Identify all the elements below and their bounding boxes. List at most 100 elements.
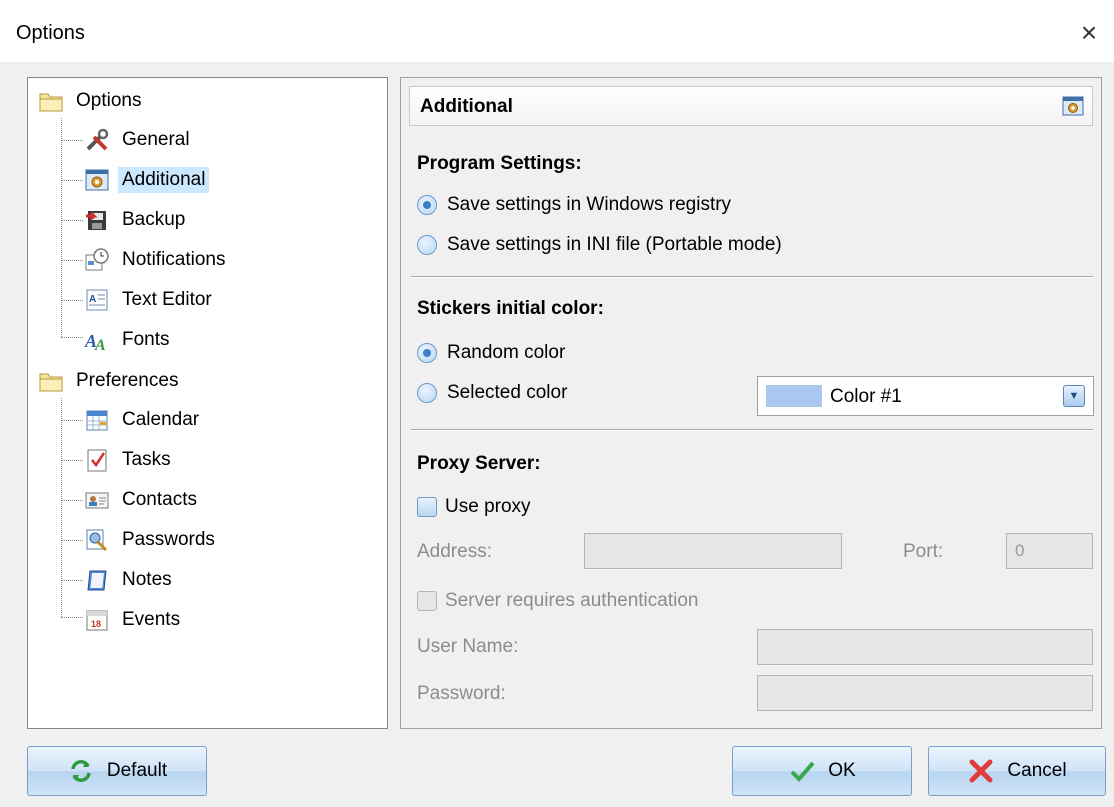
username-label-text: User Name: (417, 636, 519, 657)
tools-icon (86, 128, 109, 151)
tree-item-label: Notifications (122, 249, 226, 270)
tree-item-label: Calendar (122, 409, 200, 430)
server-auth-checkbox[interactable]: Server requires authentication (417, 590, 698, 612)
tree-item-backup[interactable]: Backup (84, 203, 189, 237)
tree-item-preferences[interactable]: Preferences (38, 364, 182, 398)
tree-item-passwords[interactable]: Passwords (84, 523, 219, 557)
tree-item-label: Tasks (122, 449, 171, 470)
ok-button-label: OK (828, 760, 856, 781)
tree-item-tasks[interactable]: Tasks (84, 443, 175, 477)
section-divider (411, 276, 1093, 278)
chevron-down-icon[interactable]: ▼ (1063, 385, 1085, 407)
tree-item-label: Text Editor (122, 289, 212, 310)
folder-icon (39, 373, 63, 392)
color-swatch (766, 385, 822, 407)
tree-item-notifications[interactable]: Notifications (84, 243, 230, 277)
settings-window-icon (1062, 96, 1084, 116)
default-button-label: Default (106, 760, 168, 781)
settings-panel: Additional Program Settings: Save settin… (400, 77, 1102, 729)
tree-item-options[interactable]: Options (38, 84, 145, 118)
checkbox[interactable] (417, 497, 437, 517)
window-title: Options (16, 22, 85, 44)
color-select[interactable]: Color #1 ▼ (757, 376, 1094, 416)
text-document-icon: A (86, 289, 108, 311)
ok-button[interactable]: OK (732, 746, 912, 796)
radio-label: Save settings in Windows registry (447, 194, 732, 215)
radio-label: Random color (447, 342, 566, 363)
cancel-x-icon (967, 757, 995, 785)
backup-icon (86, 211, 106, 230)
panel-title: Additional (420, 96, 513, 117)
proxy-server-title: Proxy Server: (417, 453, 541, 474)
radio-button[interactable] (417, 235, 437, 255)
checkmark-icon (788, 757, 816, 785)
tree-item-label: Options (76, 90, 142, 111)
checkbox-label: Use proxy (445, 496, 531, 517)
fonts-icon: A A (84, 331, 106, 353)
tree-item-label: Backup (122, 209, 186, 230)
settings-window-icon (85, 169, 109, 191)
cancel-button[interactable]: Cancel (928, 746, 1106, 796)
port-field[interactable]: 0 (1006, 533, 1093, 569)
tree-item-label: General (122, 129, 190, 150)
radio-selected-color[interactable]: Selected color (417, 382, 567, 404)
cancel-button-label: Cancel (1007, 760, 1067, 781)
tree-item-label: Additional (118, 167, 210, 193)
radio-label: Selected color (447, 382, 568, 403)
default-button[interactable]: Default (27, 746, 207, 796)
password-label: Password: (417, 683, 506, 705)
tree-item-general[interactable]: General (84, 123, 194, 157)
tree-item-label: Notes (122, 569, 172, 590)
checkbox-label: Server requires authentication (445, 590, 699, 611)
task-checklist-icon (87, 449, 107, 472)
color-select-value: Color #1 (830, 386, 902, 407)
password-label-text: Password: (417, 683, 506, 704)
tree-item-label: Fonts (122, 329, 170, 350)
event-calendar-icon: 18 (86, 610, 108, 631)
address-field[interactable] (584, 533, 842, 569)
radio-save-registry[interactable]: Save settings in Windows registry (417, 194, 731, 216)
tree-item-text-editor[interactable]: A Text Editor (84, 283, 216, 317)
checkbox[interactable] (417, 591, 437, 611)
radio-button[interactable] (417, 195, 437, 215)
username-label: User Name: (417, 636, 518, 658)
radio-button[interactable] (417, 343, 437, 363)
tree-item-calendar[interactable]: Calendar (84, 403, 203, 437)
program-settings-title: Program Settings: (417, 153, 582, 174)
contact-card-icon (85, 492, 109, 509)
address-label-text: Address: (417, 541, 492, 562)
notepad-icon (87, 570, 107, 591)
refresh-icon (67, 757, 95, 785)
use-proxy-checkbox[interactable]: Use proxy (417, 496, 531, 518)
port-label: Port: (903, 541, 943, 563)
tree-item-contacts[interactable]: Contacts (84, 483, 201, 517)
tree-item-additional[interactable]: Additional (84, 163, 210, 197)
options-tree: Options General Additional Backup Notifi… (27, 77, 388, 729)
tree-item-label: Passwords (122, 529, 215, 550)
port-value: 0 (1015, 541, 1025, 560)
close-button[interactable]: × (1064, 8, 1114, 58)
radio-button[interactable] (417, 383, 437, 403)
password-field[interactable] (757, 675, 1093, 711)
tree-item-notes[interactable]: Notes (84, 563, 176, 597)
radio-save-ini[interactable]: Save settings in INI file (Portable mode… (417, 234, 782, 256)
password-key-icon (86, 529, 108, 552)
tree-item-events[interactable]: 18 Events (84, 603, 184, 637)
username-field[interactable] (757, 629, 1093, 665)
radio-label: Save settings in INI file (Portable mode… (447, 234, 782, 255)
svg-text:A: A (94, 337, 106, 353)
title-bar: Options × (0, 0, 1114, 62)
close-icon: × (1080, 17, 1098, 48)
panel-header: Additional (409, 86, 1093, 126)
port-label-text: Port: (903, 541, 944, 562)
address-label: Address: (417, 541, 492, 563)
svg-text:A: A (89, 294, 96, 305)
tree-item-fonts[interactable]: A A Fonts (84, 323, 174, 357)
radio-random-color[interactable]: Random color (417, 342, 565, 364)
calendar-icon (86, 410, 108, 431)
folder-icon (39, 93, 63, 112)
notification-clock-icon (85, 248, 109, 271)
section-divider (411, 429, 1093, 431)
tree-item-label: Events (122, 609, 181, 630)
tree-item-label: Preferences (76, 370, 179, 391)
